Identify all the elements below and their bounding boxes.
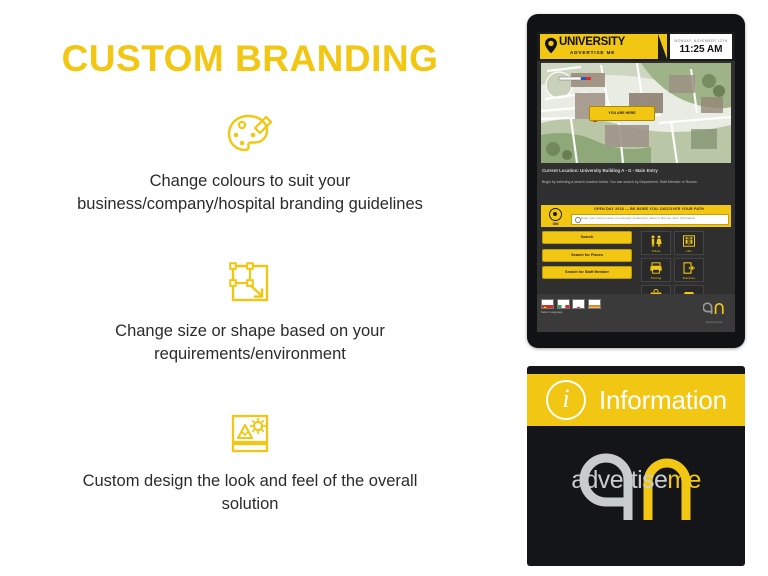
feature-text: Change colours to suit your business/com… bbox=[0, 170, 500, 216]
university-logo-title: UNIVERSITY bbox=[559, 36, 626, 48]
promo-search-placeholder: Enter your course name or university dep… bbox=[581, 216, 696, 221]
elevator-icon bbox=[675, 234, 703, 247]
kiosk-base-unit: i Information advertiseme bbox=[527, 366, 745, 566]
university-badge-text: UNI bbox=[552, 221, 559, 226]
clock-panel: MONDAY, NOVEMBER 12TH 11:25 AM bbox=[670, 34, 732, 59]
tile-printing[interactable]: Printing bbox=[641, 258, 671, 282]
information-label: Information bbox=[599, 384, 727, 415]
screen-footer-bar: Select Language advertiseme bbox=[537, 294, 735, 332]
map-you-are-here-marker: YOU ARE HERE bbox=[589, 106, 655, 121]
flag-china[interactable] bbox=[541, 299, 554, 309]
clock-time: 11:25 AM bbox=[679, 44, 723, 55]
campus-map[interactable]: YOU ARE HERE bbox=[541, 63, 731, 163]
door-icon bbox=[675, 261, 703, 274]
feature-block-custom-design: Custom design the look and feel of the o… bbox=[0, 408, 500, 516]
university-logo-subtitle: ADVERTISE ME bbox=[570, 49, 616, 55]
page-title: CUSTOM BRANDING bbox=[61, 38, 439, 79]
promo-search-input[interactable]: Enter your course name or university dep… bbox=[571, 214, 729, 225]
tile-label: Printing bbox=[650, 275, 662, 280]
slide-canvas: CUSTOM BRANDING Change colours to suit y… bbox=[0, 0, 768, 576]
search-button[interactable]: Search bbox=[542, 231, 632, 244]
language-selector[interactable] bbox=[541, 299, 601, 309]
open-day-promo-banner[interactable]: UNI OPEN DAY 2018 — BE MORE YOU. DISCOVE… bbox=[541, 205, 731, 227]
image-design-icon bbox=[222, 408, 278, 460]
feature-text: Change size or shape based on your requi… bbox=[0, 320, 500, 366]
color-palette-icon bbox=[222, 108, 278, 160]
information-circle-icon: i bbox=[546, 380, 586, 420]
information-banner: i Information bbox=[527, 374, 745, 426]
information-glyph: i bbox=[562, 384, 570, 413]
tile-entrance[interactable]: Entrance bbox=[674, 258, 704, 282]
search-places-button[interactable]: Search for Places bbox=[542, 248, 632, 262]
screen-header-bar: UNIVERSITY ADVERTISE ME MONDAY, NOVEMBER… bbox=[537, 32, 735, 61]
footer-brand-text: advertiseme bbox=[705, 320, 723, 324]
tile-toilets[interactable]: Toilets bbox=[641, 231, 671, 255]
university-logo-block: UNIVERSITY ADVERTISE ME bbox=[540, 34, 667, 59]
promo-headline: OPEN DAY 2018 — BE MORE YOU. DISCOVER YO… bbox=[593, 206, 705, 211]
flag-italy[interactable] bbox=[556, 299, 570, 309]
kiosk-device: UNIVERSITY ADVERTISE ME MONDAY, NOVEMBER… bbox=[527, 14, 745, 566]
search-icon bbox=[574, 217, 581, 223]
printer-icon bbox=[642, 261, 670, 274]
search-button-group: Search Search for Places Search for Staf… bbox=[542, 231, 632, 284]
brand-word-advertise: advertise bbox=[571, 466, 668, 494]
flag-japan[interactable] bbox=[572, 299, 585, 309]
feature-block-branding-colours: Change colours to suit your business/com… bbox=[0, 108, 500, 216]
language-selector-label: Select Language bbox=[541, 310, 563, 314]
feature-block-size-shape: Change size or shape based on your requi… bbox=[0, 258, 500, 366]
feature-text-line2: business/company/hospital branding guide… bbox=[77, 194, 423, 213]
map-pin-icon bbox=[544, 37, 558, 54]
feature-text-line1: Change colours to suit your bbox=[149, 172, 351, 190]
feature-text-line2: requirements/environment bbox=[154, 344, 346, 363]
kiosk-screen[interactable]: UNIVERSITY ADVERTISE ME MONDAY, NOVEMBER… bbox=[537, 32, 735, 332]
flag-india[interactable] bbox=[587, 299, 601, 309]
feature-text-line1: Custom design the look and feel of the o… bbox=[82, 472, 418, 490]
feature-text: Custom design the look and feel of the o… bbox=[0, 470, 500, 516]
toilets-icon bbox=[642, 235, 670, 247]
brand-word-me: me bbox=[667, 466, 701, 494]
kiosk-display-housing: UNIVERSITY ADVERTISE ME MONDAY, NOVEMBER… bbox=[527, 14, 745, 348]
tile-lifts[interactable]: Lifts bbox=[674, 231, 704, 255]
feature-text-line1: Change size or shape based on your bbox=[115, 322, 385, 340]
feature-text-line2: solution bbox=[221, 494, 279, 513]
map-help-text: Begin by selecting a search function bel… bbox=[542, 180, 698, 184]
map-current-location: Current Location: University Building A … bbox=[542, 168, 658, 173]
clock-date: MONDAY, NOVEMBER 12TH bbox=[674, 38, 728, 44]
tile-label: Entrance bbox=[682, 275, 696, 280]
university-badge-mark-icon bbox=[549, 208, 562, 221]
resize-shape-icon bbox=[222, 258, 278, 310]
search-staff-button[interactable]: Search for Staff Member bbox=[542, 266, 632, 279]
advertiseme-wordmark: advertiseme bbox=[527, 466, 745, 495]
content-column: CUSTOM BRANDING Change colours to suit y… bbox=[0, 0, 500, 576]
footer-brand-logo: advertiseme bbox=[699, 301, 729, 325]
tile-label: Lifts bbox=[686, 248, 692, 253]
university-badge: UNI bbox=[544, 208, 567, 226]
tile-label: Toilets bbox=[651, 248, 661, 253]
